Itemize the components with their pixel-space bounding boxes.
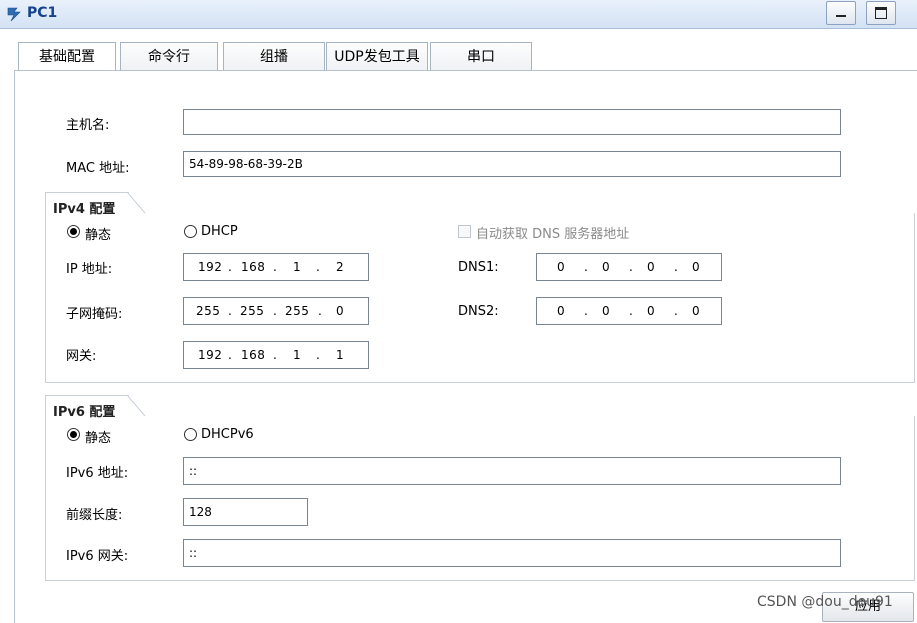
maximize-button[interactable] xyxy=(866,1,896,25)
tab-serial[interactable]: 串口 xyxy=(430,42,532,72)
dns1-octet-2: 0 xyxy=(602,260,611,274)
ip-dot: . xyxy=(273,304,277,318)
mac-input[interactable]: 54-89-98-68-39-2B xyxy=(183,151,841,177)
ip-dot: . xyxy=(584,304,588,318)
ipv6-dhcpv6-radio[interactable] xyxy=(184,428,197,441)
mask-octet-2: 255 xyxy=(240,304,265,318)
dns1-label: DNS1: xyxy=(458,260,499,275)
ipv4-tab-slope xyxy=(127,192,146,214)
gateway-input[interactable]: 192 . 168 . 1 . 1 xyxy=(183,341,369,369)
dns1-input[interactable]: 0 . 0 . 0 . 0 xyxy=(536,253,722,281)
ip-dot: . xyxy=(228,348,232,362)
ipv4-static-label: 静态 xyxy=(85,228,112,243)
ipv4-dhcp-radio[interactable] xyxy=(184,225,197,238)
minimize-icon xyxy=(836,15,846,17)
tab-udp-tool[interactable]: UDP发包工具 xyxy=(326,42,428,72)
gateway-octet-1: 192 xyxy=(198,348,223,362)
ip-dot: . xyxy=(629,304,633,318)
tab-command-line[interactable]: 命令行 xyxy=(120,42,218,72)
subnet-mask-label: 子网掩码: xyxy=(66,307,123,322)
ip-dot: . xyxy=(316,260,320,274)
ip-dot: . xyxy=(228,304,232,318)
dns2-input[interactable]: 0 . 0 . 0 . 0 xyxy=(536,297,722,325)
ip-address-input[interactable]: 192 . 168 . 1 . 2 xyxy=(183,253,369,281)
mac-label: MAC 地址: xyxy=(66,161,130,176)
pc-app-icon xyxy=(7,7,21,22)
ip-octet-3: 1 xyxy=(293,260,302,274)
dns2-octet-1: 0 xyxy=(557,304,566,318)
dns1-octet-1: 0 xyxy=(557,260,566,274)
mask-octet-3: 255 xyxy=(285,304,310,318)
hostname-input[interactable] xyxy=(183,109,841,135)
ip-octet-4: 2 xyxy=(336,260,345,274)
ip-dot: . xyxy=(584,260,588,274)
ipv6-gateway-input[interactable]: :: xyxy=(183,539,841,567)
ipv6-dhcpv6-label: DHCPv6 xyxy=(201,427,254,442)
mask-octet-1: 255 xyxy=(196,304,221,318)
ipv6-address-label: IPv6 地址: xyxy=(66,466,129,481)
ip-dot: . xyxy=(629,260,633,274)
dns2-octet-4: 0 xyxy=(692,304,701,318)
title-bar: PC1 xyxy=(0,0,917,29)
ip-dot: . xyxy=(674,260,678,274)
ipv6-gateway-label: IPv6 网关: xyxy=(66,549,129,564)
dns1-octet-4: 0 xyxy=(692,260,701,274)
hostname-label: 主机名: xyxy=(66,118,110,133)
ip-dot: . xyxy=(318,304,322,318)
prefix-length-label: 前缀长度: xyxy=(66,508,123,523)
ipv6-static-label: 静态 xyxy=(85,431,112,446)
window-title: PC1 xyxy=(27,5,58,21)
dns2-octet-2: 0 xyxy=(602,304,611,318)
ipv6-address-input[interactable]: :: xyxy=(183,457,841,485)
gateway-octet-2: 168 xyxy=(241,348,266,362)
ipv6-tab-slope xyxy=(127,395,146,417)
mask-octet-4: 0 xyxy=(336,304,345,318)
ipv4-group-title: IPv4 配置 xyxy=(53,202,116,217)
ip-octet-2: 168 xyxy=(241,260,266,274)
gateway-octet-3: 1 xyxy=(293,348,302,362)
ipv6-group-title: IPv6 配置 xyxy=(53,405,116,420)
gateway-octet-4: 1 xyxy=(336,348,345,362)
dns2-octet-3: 0 xyxy=(647,304,656,318)
ip-dot: . xyxy=(273,348,277,362)
minimize-button[interactable] xyxy=(826,1,856,25)
subnet-mask-input[interactable]: 255 . 255 . 255 . 0 xyxy=(183,297,369,325)
dns2-label: DNS2: xyxy=(458,304,499,319)
ip-dot: . xyxy=(273,260,277,274)
ip-address-label: IP 地址: xyxy=(66,262,113,277)
watermark: CSDN @dou_dou91 xyxy=(757,594,893,610)
auto-dns-checkbox[interactable] xyxy=(458,225,471,238)
ip-dot: . xyxy=(228,260,232,274)
maximize-icon xyxy=(875,7,887,19)
auto-dns-label: 自动获取 DNS 服务器地址 xyxy=(476,227,630,242)
gateway-label: 网关: xyxy=(66,349,97,364)
ip-octet-1: 192 xyxy=(198,260,223,274)
ipv4-static-radio[interactable] xyxy=(67,225,80,238)
dns1-octet-3: 0 xyxy=(647,260,656,274)
ipv6-static-radio[interactable] xyxy=(67,428,80,441)
tab-multicast[interactable]: 组播 xyxy=(223,42,325,72)
ip-dot: . xyxy=(316,348,320,362)
ip-dot: . xyxy=(674,304,678,318)
prefix-length-input[interactable]: 128 xyxy=(183,498,308,526)
ipv4-dhcp-label: DHCP xyxy=(201,224,238,239)
